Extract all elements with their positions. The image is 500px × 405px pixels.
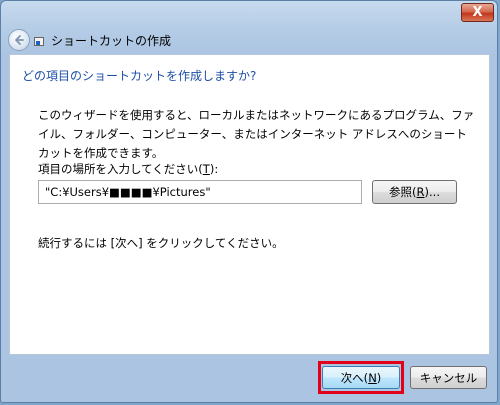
browse-button[interactable]: 参照(R)...: [372, 180, 457, 204]
wizard-content-panel: どの項目のショートカットを作成しますか? このウィザードを使用すると、ローカルま…: [9, 54, 490, 355]
create-shortcut-window: X ショートカットの作成 どの項目のショートカットを作成しますか? このウィザー…: [0, 0, 498, 403]
page-heading: どの項目のショートカットを作成しますか?: [22, 69, 257, 83]
wizard-description: このウィザードを使用すると、ローカルまたはネットワークにあるプログラム、ファイル…: [38, 108, 475, 160]
location-field-label: 項目の場所を入力してください(T):: [38, 162, 219, 176]
next-button[interactable]: 次へ(N): [322, 366, 400, 389]
back-arrow-icon: [15, 35, 24, 45]
back-button[interactable]: [8, 29, 30, 51]
cancel-button[interactable]: キャンセル: [410, 366, 487, 389]
window-title: ショートカットの作成: [51, 34, 172, 48]
close-button[interactable]: X: [461, 3, 494, 22]
continue-hint: 続行するには [次へ] をクリックしてください。: [38, 236, 284, 250]
location-input[interactable]: [38, 180, 362, 204]
shortcut-wizard-icon: [34, 37, 44, 46]
close-icon: X: [472, 5, 483, 20]
